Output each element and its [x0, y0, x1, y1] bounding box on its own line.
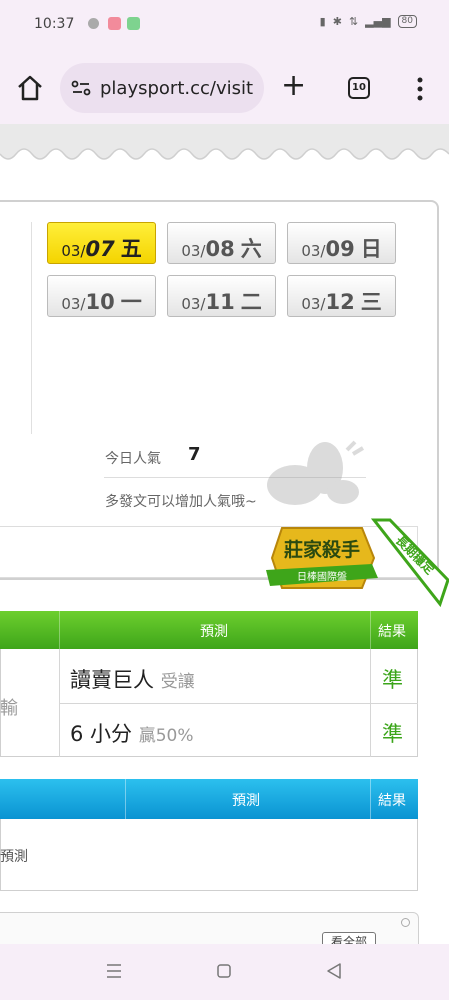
home-nav-icon[interactable] [216, 962, 232, 980]
data-icon: ⇅ [348, 15, 359, 28]
signal-icon: ▂▄▆ [365, 15, 391, 28]
date-button[interactable]: 03/10 一 [47, 275, 156, 317]
wechat-notification-icon [127, 17, 140, 30]
date-month: 03/ [301, 295, 326, 313]
date-weekday: 六 [240, 237, 262, 261]
back-icon[interactable] [326, 962, 342, 980]
popularity-value: 7 [188, 444, 201, 465]
clock: 10:37 [34, 16, 75, 32]
date-day: 08 [205, 237, 235, 261]
date-weekday: 日 [360, 237, 382, 261]
app-notification-icon [108, 17, 121, 30]
date-button[interactable]: 03/08 六 [167, 222, 276, 264]
game-result-text: 輸 [0, 698, 18, 719]
home-icon[interactable] [14, 72, 46, 104]
date-month: 03/ [181, 295, 206, 313]
popularity-tip: 多發文可以增加人氣哦~ [105, 494, 257, 510]
result-text: 準 [382, 722, 403, 746]
date-weekday: 三 [360, 290, 382, 314]
prediction-table-header: 預測 結果 [0, 611, 418, 649]
pick-text: 讀賣巨人 [70, 668, 154, 692]
badge-title: 莊家殺手 [284, 538, 360, 561]
status-icons: ▮ ✱ ⇅ ▂▄▆ 80 [320, 15, 417, 28]
chat-notification-icon [88, 18, 99, 29]
system-nav-bar [0, 944, 449, 1000]
achievement-badge: 莊家殺手 日棒國際盤 長期穩定 [262, 518, 449, 618]
date-day: 11 [205, 290, 235, 314]
divider [59, 703, 418, 704]
pick-type: 受讓 [160, 672, 195, 692]
pick-text: 6 小分 [70, 722, 133, 746]
more-menu-icon[interactable] [410, 74, 430, 104]
browser-toolbar: playsport.cc/visit + 10 [0, 52, 449, 124]
result-column-header: 結果 [378, 624, 406, 640]
table-row: 6 小分 贏50% [70, 718, 194, 748]
tab-switcher-button[interactable]: 10 [348, 77, 370, 99]
prediction-table [0, 819, 418, 891]
date-day: 10 [85, 290, 115, 314]
date-weekday: 五 [120, 237, 142, 261]
date-month: 03/ [61, 242, 86, 260]
date-month: 03/ [181, 242, 206, 260]
table-row: 讀賣巨人 受讓 [70, 664, 195, 694]
date-weekday: 二 [240, 290, 262, 314]
result-text: 準 [382, 668, 403, 692]
date-day: 07 [85, 237, 115, 261]
date-button[interactable]: 03/07 五 [47, 222, 156, 264]
divider [31, 222, 32, 434]
popularity-label: 今日人氣 [105, 451, 161, 467]
date-button[interactable]: 03/11 二 [167, 275, 276, 317]
result-column-header: 結果 [378, 793, 406, 809]
date-day: 09 [325, 237, 355, 261]
indicator-dot [401, 918, 410, 927]
new-tab-icon[interactable]: + [281, 68, 306, 104]
date-weekday: 一 [120, 290, 142, 314]
empty-prediction-text: 預測 [0, 849, 28, 865]
divider [370, 779, 371, 819]
site-settings-icon[interactable] [70, 77, 92, 99]
divider [125, 779, 126, 819]
badge-graphic: 莊家殺手 日棒國際盤 長期穩定 [266, 518, 449, 608]
header-decoration [0, 124, 449, 168]
badge-subtitle: 日棒國際盤 [297, 570, 347, 583]
watermark-logo [267, 440, 365, 505]
date-day: 12 [325, 290, 355, 314]
date-month: 03/ [301, 242, 326, 260]
pick-type: 贏50% [138, 726, 194, 746]
prediction-column-header: 預測 [232, 793, 260, 809]
date-button[interactable]: 03/09 日 [287, 222, 396, 264]
date-month: 03/ [61, 295, 86, 313]
vibrate-icon: ▮ [319, 15, 326, 28]
prediction-column-header: 預測 [200, 624, 228, 640]
prediction-table-header: 預測 結果 [0, 779, 418, 819]
recents-icon[interactable] [106, 962, 122, 980]
address-bar[interactable]: playsport.cc/visit [60, 63, 264, 113]
status-bar: 10:37 ▮ ✱ ⇅ ▂▄▆ 80 [0, 0, 449, 52]
bluetooth-icon: ✱ [332, 15, 342, 28]
date-button[interactable]: 03/12 三 [287, 275, 396, 317]
battery-icon: 80 [397, 15, 417, 28]
url-text[interactable]: playsport.cc/visit [100, 78, 253, 99]
